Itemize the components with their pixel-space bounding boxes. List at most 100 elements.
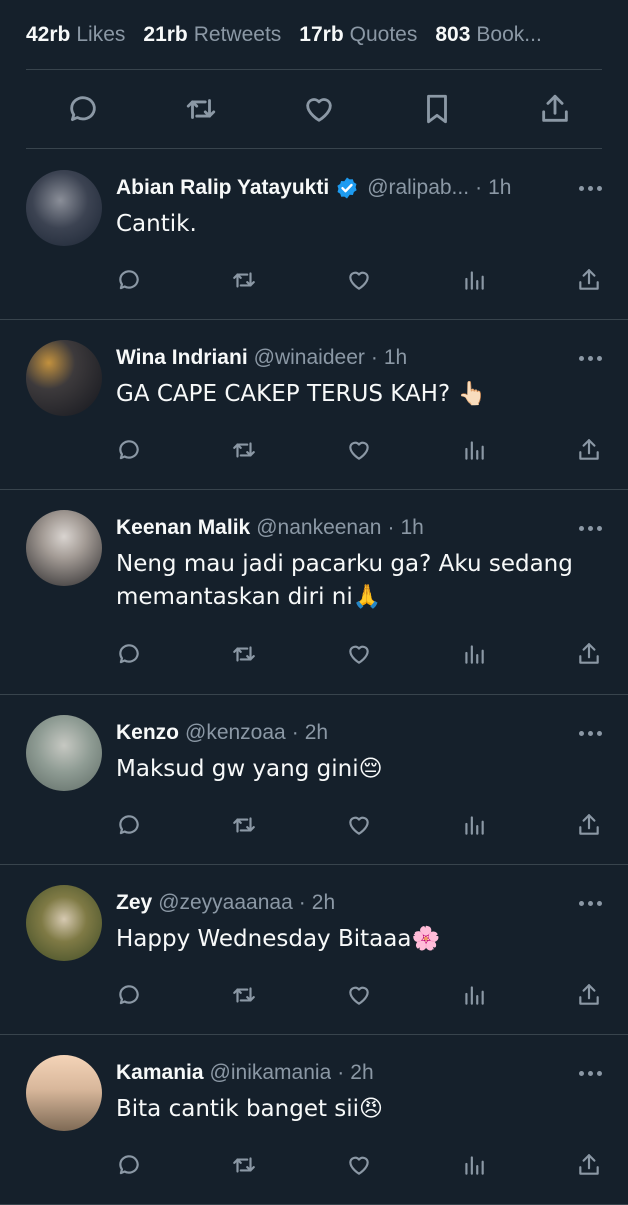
timestamp[interactable]: 1h (400, 516, 423, 540)
user-handle[interactable]: @nankeenan (256, 516, 381, 540)
timestamp[interactable]: 2h (312, 891, 335, 915)
bookmarks-count: 803 (435, 22, 471, 46)
like-icon[interactable] (302, 92, 336, 126)
retweet-icon[interactable] (231, 982, 257, 1008)
analytics-icon[interactable] (461, 1152, 487, 1178)
more-options-icon[interactable] (579, 356, 602, 361)
reply-item[interactable]: Wina Indriani @winaideer · 1h GA CAPE CA… (0, 320, 628, 490)
display-name[interactable]: Abian Ralip Yatayukti (116, 176, 329, 200)
display-name[interactable]: Wina Indriani (116, 346, 248, 370)
analytics-icon[interactable] (461, 982, 487, 1008)
avatar[interactable] (26, 340, 102, 416)
like-icon[interactable] (346, 812, 372, 838)
analytics-icon[interactable] (461, 812, 487, 838)
reply-item[interactable]: Kamania @inikamania · 2h Bita cantik ban… (0, 1035, 628, 1205)
reply-action-bar (116, 809, 602, 841)
reply-action-bar (116, 264, 602, 296)
retweet-icon[interactable] (231, 1152, 257, 1178)
analytics-icon[interactable] (461, 437, 487, 463)
reply-icon[interactable] (116, 982, 142, 1008)
share-icon[interactable] (576, 267, 602, 293)
share-icon[interactable] (576, 982, 602, 1008)
timestamp[interactable]: 1h (384, 346, 407, 370)
reply-action-bar (116, 434, 602, 466)
timestamp[interactable]: 1h (488, 176, 511, 200)
reply-header: Kenzo @kenzoaa · 2h (116, 717, 548, 749)
reply-icon[interactable] (116, 812, 142, 838)
likes-stat[interactable]: 42rb Likes (26, 23, 125, 47)
user-handle[interactable]: @zeyyaaanaa (158, 891, 293, 915)
display-name[interactable]: Keenan Malik (116, 516, 250, 540)
reply-text: Bita cantik banget sii😠 (116, 1096, 384, 1122)
likes-count: 42rb (26, 22, 71, 46)
reply-header: Kamania @inikamania · 2h (116, 1057, 548, 1089)
reply-action-bar (116, 1149, 602, 1181)
share-icon[interactable] (576, 641, 602, 667)
reply-icon[interactable] (116, 437, 142, 463)
bookmarks-label: Book... (476, 22, 542, 46)
share-icon[interactable] (576, 812, 602, 838)
bookmark-icon[interactable] (420, 92, 454, 126)
more-options-icon[interactable] (579, 526, 602, 531)
quotes-count: 17rb (299, 22, 344, 46)
reply-text: GA CAPE CAKEP TERUS KAH? 👆🏻 (116, 381, 487, 407)
more-options-icon[interactable] (579, 901, 602, 906)
avatar[interactable] (26, 715, 102, 791)
retweet-icon[interactable] (231, 267, 257, 293)
tweet-action-bar (26, 70, 602, 149)
more-options-icon[interactable] (579, 1071, 602, 1076)
avatar[interactable] (26, 1055, 102, 1131)
like-icon[interactable] (346, 982, 372, 1008)
retweet-icon[interactable] (184, 92, 218, 126)
user-handle[interactable]: @winaideer (254, 346, 365, 370)
verified-badge-icon (335, 176, 359, 200)
reply-action-bar (116, 979, 602, 1011)
reply-icon[interactable] (66, 92, 100, 126)
display-name[interactable]: Kenzo (116, 721, 179, 745)
reply-icon[interactable] (116, 1152, 142, 1178)
retweets-count: 21rb (143, 22, 188, 46)
quotes-stat[interactable]: 17rb Quotes (299, 23, 417, 47)
retweet-icon[interactable] (231, 437, 257, 463)
timestamp[interactable]: 2h (350, 1061, 373, 1085)
share-icon[interactable] (576, 1152, 602, 1178)
user-handle[interactable]: @ralipab... (367, 176, 469, 200)
retweet-icon[interactable] (231, 641, 257, 667)
timestamp[interactable]: 2h (305, 721, 328, 745)
reply-icon[interactable] (116, 641, 142, 667)
tweet-stats: 42rb Likes 21rb Retweets 17rb Quotes 803… (26, 0, 602, 70)
reply-text: Happy Wednesday Bitaaa🌸 (116, 926, 441, 952)
retweet-icon[interactable] (231, 812, 257, 838)
reply-header: Wina Indriani @winaideer · 1h (116, 342, 548, 374)
separator-dot: · (298, 891, 306, 914)
reply-header: Abian Ralip Yatayukti @ralipab... · 1h (116, 172, 548, 204)
separator-dot: · (370, 346, 378, 369)
reply-icon[interactable] (116, 267, 142, 293)
reply-item[interactable]: Zey @zeyyaaanaa · 2h Happy Wednesday Bit… (0, 865, 628, 1035)
more-options-icon[interactable] (579, 731, 602, 736)
likes-label: Likes (76, 22, 126, 46)
share-icon[interactable] (538, 92, 572, 126)
analytics-icon[interactable] (461, 641, 487, 667)
avatar[interactable] (26, 885, 102, 961)
share-icon[interactable] (576, 437, 602, 463)
display-name[interactable]: Kamania (116, 1061, 204, 1085)
like-icon[interactable] (346, 1152, 372, 1178)
separator-dot: · (475, 176, 483, 199)
more-options-icon[interactable] (579, 186, 602, 191)
user-handle[interactable]: @kenzoaa (185, 721, 286, 745)
like-icon[interactable] (346, 641, 372, 667)
like-icon[interactable] (346, 267, 372, 293)
analytics-icon[interactable] (461, 267, 487, 293)
display-name[interactable]: Zey (116, 891, 152, 915)
bookmarks-stat[interactable]: 803 Book... (435, 23, 541, 47)
reply-item[interactable]: Abian Ralip Yatayukti @ralipab... · 1h C… (0, 150, 628, 320)
avatar[interactable] (26, 510, 102, 586)
user-handle[interactable]: @inikamania (210, 1061, 332, 1085)
reply-item[interactable]: Kenzo @kenzoaa · 2h Maksud gw yang gini😔 (0, 695, 628, 865)
avatar[interactable] (26, 170, 102, 246)
retweets-stat[interactable]: 21rb Retweets (143, 23, 281, 47)
reply-header: Zey @zeyyaaanaa · 2h (116, 887, 548, 919)
like-icon[interactable] (346, 437, 372, 463)
reply-item[interactable]: Keenan Malik @nankeenan · 1h Neng mau ja… (0, 490, 628, 695)
